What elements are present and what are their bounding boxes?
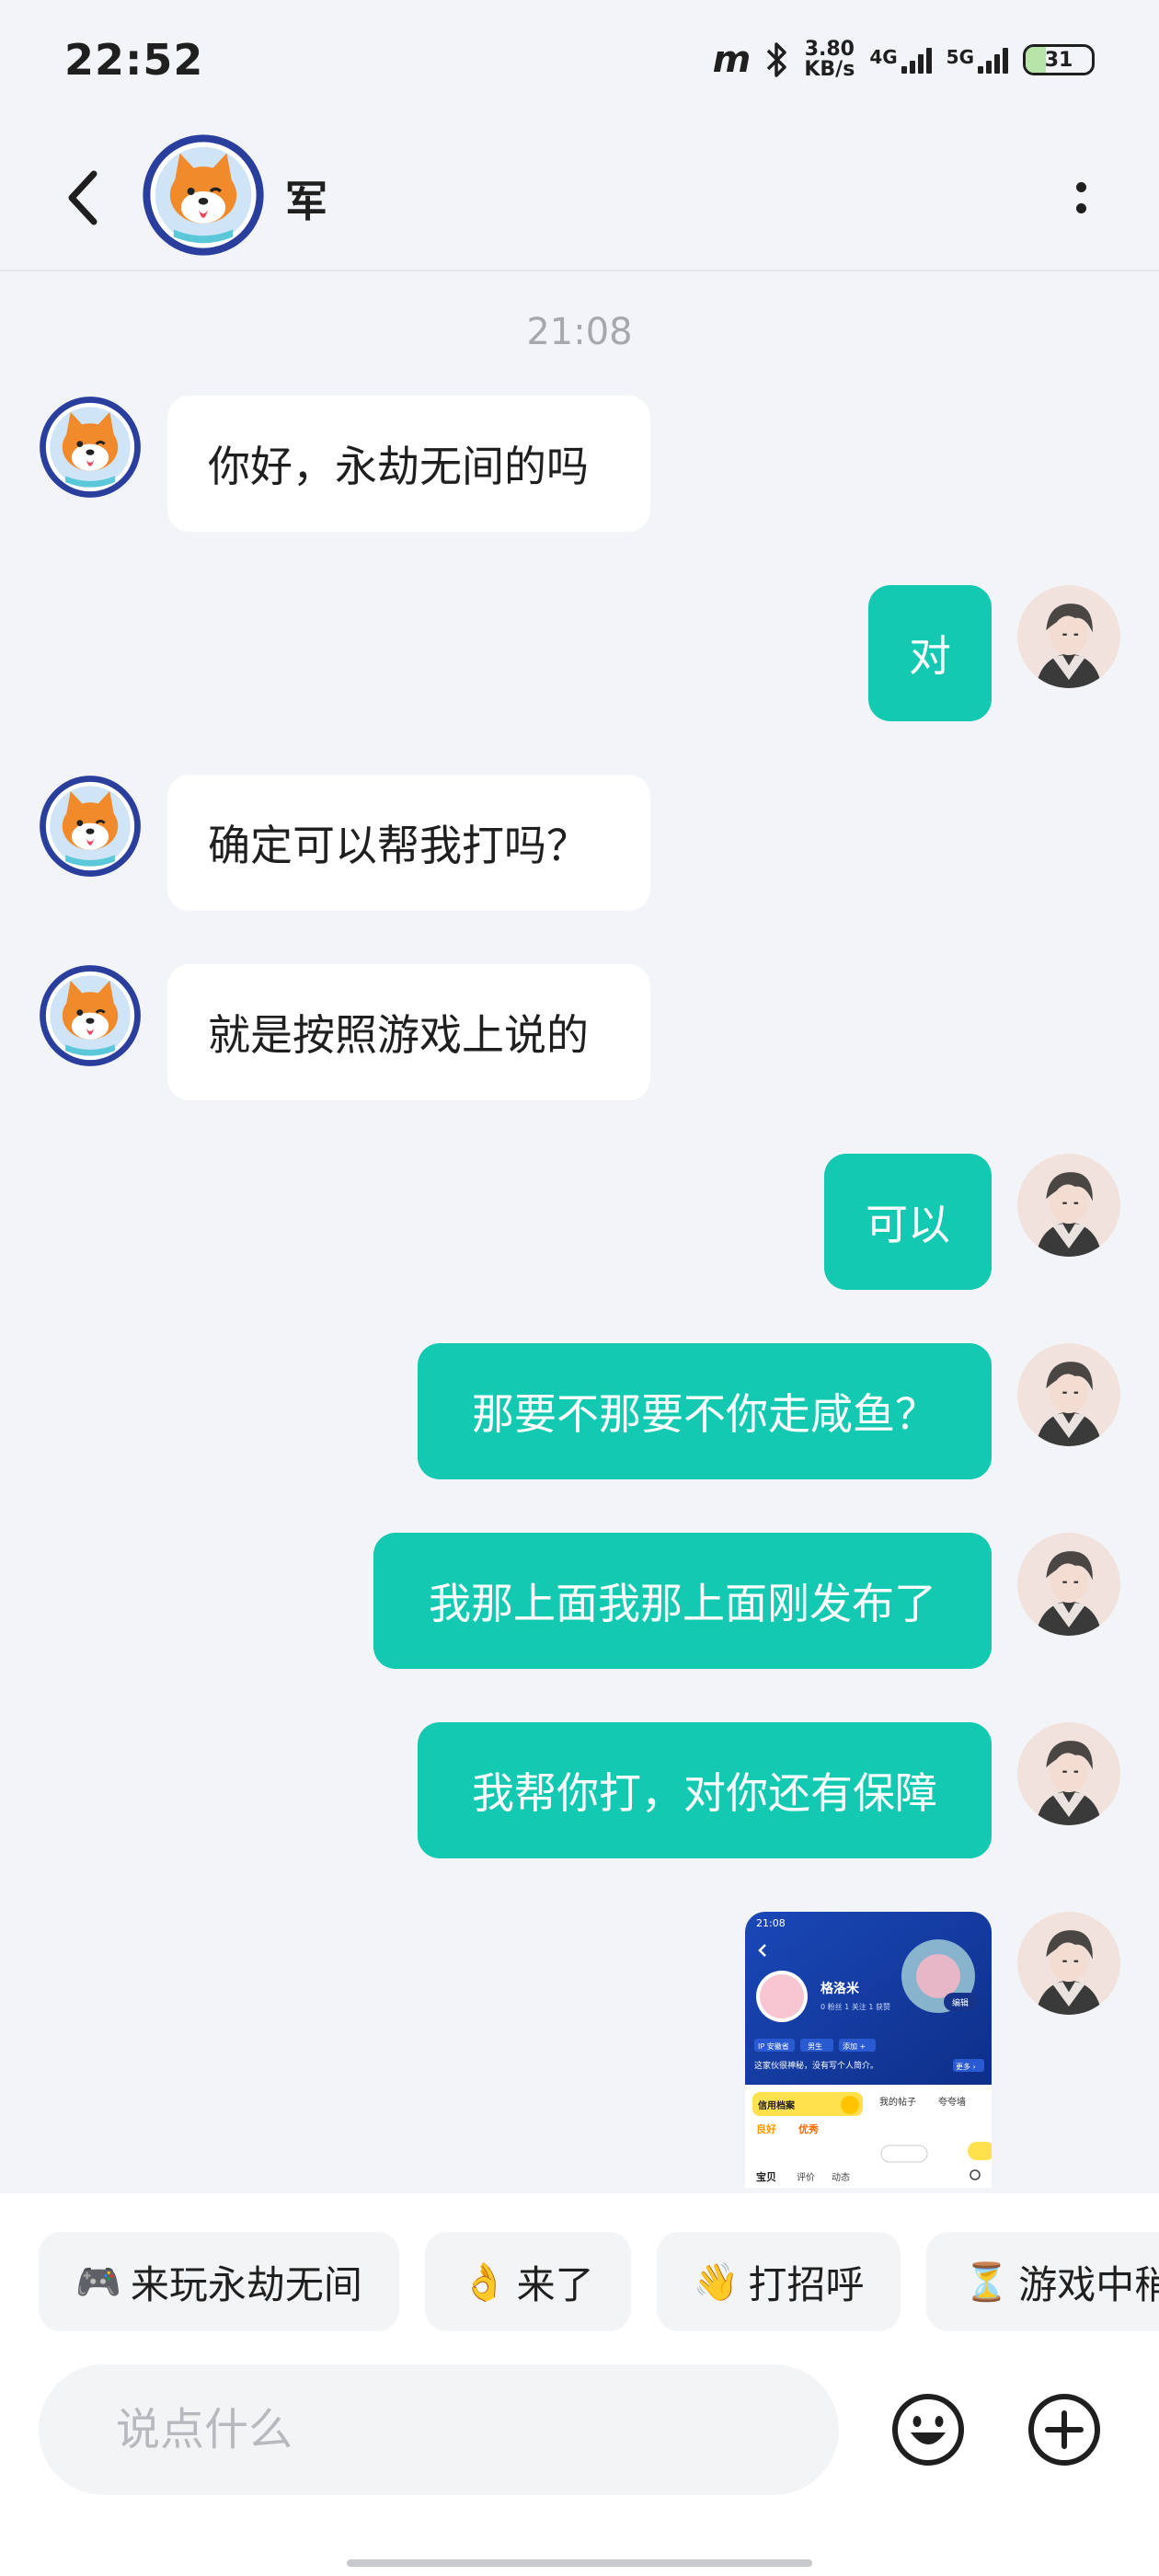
svg-text:夸夸墙: 夸夸墙: [938, 2096, 966, 2108]
ok-hand-icon: 👌: [461, 2260, 508, 2304]
contact-avatar[interactable]: [39, 964, 142, 1067]
shiba-dog-avatar-icon: [40, 965, 141, 1066]
message-bubble-outgoing[interactable]: 对: [868, 585, 992, 721]
user-avatar-icon: [1017, 1154, 1120, 1257]
shiba-dog-avatar-icon: [143, 134, 264, 256]
shiba-dog-avatar-icon: [40, 776, 141, 877]
message-bubble-outgoing[interactable]: 我帮你打，对你还有保障: [418, 1722, 992, 1858]
svg-text:这家伙很神秘，没有写个人简介。: 这家伙很神秘，没有写个人简介。: [754, 2060, 878, 2071]
svg-text:信用档案: 信用档案: [758, 2099, 796, 2111]
my-avatar[interactable]: [1017, 1533, 1120, 1636]
svg-text:编辑: 编辑: [952, 1997, 969, 2008]
my-avatar[interactable]: [1017, 1154, 1120, 1257]
quick-reply-label: 游戏中稍: [1018, 2261, 1159, 2307]
quick-reply-label: 来玩永劫无间: [130, 2261, 362, 2307]
signal-bars-icon: [901, 46, 932, 74]
add-attachment-button[interactable]: [1027, 2392, 1102, 2467]
contact-name: 军: [285, 177, 327, 226]
hourglass-icon: ⏳: [963, 2260, 1010, 2304]
chevron-left-icon: [68, 170, 98, 225]
my-avatar[interactable]: [1017, 1912, 1120, 2015]
quick-reply-chip[interactable]: 🎮 来玩永劫无间: [39, 2232, 399, 2331]
bluetooth-icon: [767, 42, 787, 77]
user-avatar-icon: [1017, 1912, 1120, 2015]
message-bubble-outgoing[interactable]: 可以: [824, 1154, 992, 1290]
status-bar: 22:52 m 3.80 KB/s 4G 5G 31: [0, 0, 1159, 124]
message-bubble-incoming[interactable]: 你好，永劫无间的吗: [167, 396, 650, 532]
svg-text:良好: 良好: [756, 2122, 776, 2135]
waving-hand-icon: 👋: [693, 2260, 740, 2304]
svg-text:21:08: 21:08: [756, 1917, 786, 1929]
svg-text:动态: 动态: [832, 2171, 850, 2183]
user-avatar-icon: [1017, 1343, 1120, 1446]
svg-text:优秀: 优秀: [798, 2122, 819, 2135]
network-speed-unit: KB/s: [804, 58, 855, 81]
signal-5g: 5G: [947, 46, 1008, 74]
shiba-dog-avatar-icon: [40, 397, 141, 498]
message-input-container[interactable]: [39, 2364, 839, 2495]
user-avatar-icon: [1017, 1722, 1120, 1825]
chat-header: 军: [0, 124, 1159, 271]
more-options-button[interactable]: [1058, 161, 1104, 235]
svg-text:更多 ›: 更多 ›: [956, 2062, 976, 2071]
my-avatar[interactable]: [1017, 585, 1120, 688]
message-bubble-incoming[interactable]: 就是按照游戏上说的: [167, 964, 650, 1100]
quick-reply-label: 打招呼: [748, 2261, 865, 2307]
contact-avatar[interactable]: [39, 775, 142, 878]
my-avatar[interactable]: [1017, 1722, 1120, 1825]
quick-reply-label: 来了: [516, 2261, 594, 2307]
message-bubble-outgoing[interactable]: 我那上面我那上面刚发布了: [373, 1533, 992, 1669]
back-button[interactable]: [55, 163, 110, 233]
chat-screen: 22:52 m 3.80 KB/s 4G 5G 31 军 21:08 你好，永劫…: [0, 0, 1159, 2576]
signal-4g-label: 4G: [869, 46, 898, 68]
signal-5g-label: 5G: [946, 46, 974, 68]
svg-text:男生: 男生: [808, 2041, 822, 2051]
profile-screenshot-thumbnail: 21:08 格洛米 0 粉丝 1 关注 1 获赞 编辑 IP 安徽省 男生 添加…: [745, 1912, 992, 2188]
user-avatar-icon: [1017, 1533, 1120, 1636]
more-dot-icon: [1075, 203, 1086, 213]
network-speed: 3.80 KB/s: [804, 40, 855, 80]
chat-timestamp: 21:08: [526, 311, 633, 353]
quick-reply-chip[interactable]: 👌 来了: [424, 2232, 631, 2331]
composer-panel: 🎮 来玩永劫无间 👌 来了 👋 打招呼 ⏳ 游戏中稍: [0, 2193, 1159, 2576]
game-controller-icon: 🎮: [75, 2260, 121, 2304]
more-dot-icon: [1075, 182, 1086, 192]
contact-avatar[interactable]: [142, 133, 265, 257]
my-avatar[interactable]: [1017, 1343, 1120, 1446]
message-bubble-outgoing[interactable]: 那要不那要不你走咸鱼？: [418, 1343, 992, 1479]
user-avatar-icon: [1017, 585, 1120, 688]
screenshot-image-message[interactable]: 21:08 格洛米 0 粉丝 1 关注 1 获赞 编辑 IP 安徽省 男生 添加…: [745, 1912, 992, 2188]
quick-reply-bar: 🎮 来玩永劫无间 👌 来了 👋 打招呼 ⏳ 游戏中稍: [39, 2232, 1159, 2331]
svg-text:我的帖子: 我的帖子: [879, 2096, 916, 2108]
status-icons: m 3.80 KB/s 4G 5G 31: [713, 37, 1095, 83]
battery-icon: 31: [1023, 44, 1095, 75]
contact-avatar[interactable]: [39, 396, 142, 499]
battery-level: 31: [1044, 48, 1073, 72]
quick-reply-chip[interactable]: ⏳ 游戏中稍: [926, 2232, 1159, 2331]
svg-text:宝贝: 宝贝: [756, 2170, 776, 2183]
network-speed-value: 3.80: [804, 38, 855, 61]
carrier-icon: m: [712, 39, 752, 81]
signal-bars-icon: [978, 46, 1008, 74]
svg-text:添加 +: 添加 +: [843, 2041, 866, 2051]
quick-reply-chip[interactable]: 👋 打招呼: [656, 2232, 901, 2331]
svg-text:格洛米: 格洛米: [820, 1981, 860, 1996]
status-time: 22:52: [64, 35, 204, 85]
smiley-face-icon: [892, 2394, 964, 2466]
signal-4g: 4G: [869, 46, 932, 74]
plus-circle-icon: [1028, 2394, 1100, 2466]
svg-text:评价: 评价: [797, 2172, 815, 2183]
message-input[interactable]: [116, 2404, 815, 2455]
svg-text:IP 安徽省: IP 安徽省: [758, 2041, 789, 2051]
home-indicator[interactable]: [347, 2559, 812, 2567]
emoji-button[interactable]: [890, 2392, 966, 2467]
message-bubble-incoming[interactable]: 确定可以帮我打吗？: [167, 775, 650, 911]
svg-text:0 粉丝 1 关注 1 获赞: 0 粉丝 1 关注 1 获赞: [820, 2002, 890, 2011]
